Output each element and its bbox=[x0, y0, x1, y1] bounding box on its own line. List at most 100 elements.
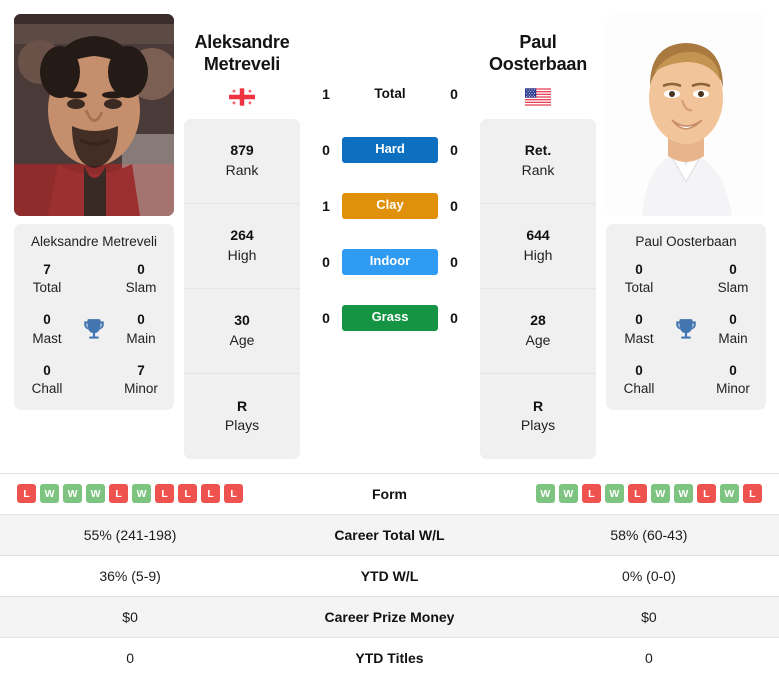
h2h-right-count: 0 bbox=[450, 310, 458, 326]
usa-flag-icon bbox=[480, 86, 596, 108]
form-badge-win[interactable]: W bbox=[535, 484, 555, 504]
title-stat-value: 0 bbox=[729, 262, 737, 277]
form-badge-loss[interactable]: L bbox=[17, 484, 37, 504]
attribute-label: Age bbox=[229, 331, 255, 348]
title-stat-label: Total bbox=[624, 280, 654, 296]
title-stat-label: Main bbox=[718, 330, 748, 346]
right-player-column: Paul Oosterbaan 0 Total 0 Slam 0 Mast 0 … bbox=[606, 14, 766, 411]
player-photo-metreveli bbox=[14, 14, 174, 216]
attribute-age: 30 Age bbox=[184, 289, 300, 374]
title-stat-value: 0 bbox=[137, 262, 145, 277]
form-badge-loss[interactable]: L bbox=[581, 484, 601, 504]
form-badge-loss[interactable]: L bbox=[627, 484, 647, 504]
left-player-column: Aleksandre Metreveli 7 Total 0 Slam 0 Ma… bbox=[14, 14, 174, 411]
form-badge-loss[interactable]: L bbox=[155, 484, 175, 504]
surface-badge-indoor[interactable]: Indoor bbox=[342, 249, 438, 275]
attribute-value: R bbox=[236, 397, 248, 414]
stat-label: YTD Titles bbox=[355, 650, 424, 667]
right-stat-value: 58% (60-43) bbox=[610, 526, 688, 543]
h2h-surface: Clay bbox=[342, 193, 438, 219]
form-badge-win[interactable]: W bbox=[604, 484, 624, 504]
surface-badge-hard[interactable]: Hard bbox=[342, 137, 438, 163]
left-stat-value: 55% (241-198) bbox=[83, 526, 177, 543]
form-badge-loss[interactable]: L bbox=[696, 484, 716, 504]
title-stat-label: Slam bbox=[125, 280, 157, 296]
h2h-left-count: 1 bbox=[322, 198, 330, 214]
attribute-value: 30 bbox=[234, 312, 250, 329]
surface-badge-clay[interactable]: Clay bbox=[342, 193, 438, 219]
left-player-photo[interactable] bbox=[14, 14, 174, 216]
attribute-plays: R Plays bbox=[184, 374, 300, 459]
table-row-ytd-wl: 36% (5-9) YTD W/L 0% (0-0) bbox=[0, 555, 779, 596]
h2h-left-count: 0 bbox=[322, 254, 330, 270]
title-stat-minor: 7 Minor bbox=[114, 362, 168, 398]
attribute-rank: 879 Rank bbox=[184, 119, 300, 204]
table-row-career-prize-money: $0 Career Prize Money $0 bbox=[0, 596, 779, 638]
title-stat-value: 0 bbox=[635, 362, 643, 378]
title-stat-label: Main bbox=[126, 330, 156, 346]
form-badge-win[interactable]: W bbox=[719, 484, 739, 504]
title-stat-slam: 0 Slam bbox=[706, 261, 760, 297]
h2h-right-count: 0 bbox=[450, 142, 458, 158]
title-stat-label: Total bbox=[32, 280, 62, 296]
right-attributes-column: Paul Oosterbaan Ret. Rank 644 High 28 Ag… bbox=[480, 14, 596, 459]
form-badge-win[interactable]: W bbox=[63, 484, 83, 504]
form-badge-loss[interactable]: L bbox=[224, 484, 244, 504]
left-player-name-line2: Metreveli bbox=[203, 53, 281, 74]
georgia-flag-icon bbox=[184, 86, 300, 108]
h2h-surface: Total bbox=[342, 85, 438, 103]
title-stat-chall: 0 Chall bbox=[20, 362, 74, 398]
stat-label: Career Prize Money bbox=[324, 608, 455, 625]
h2h-right-count: 0 bbox=[450, 86, 458, 102]
form-badge-loss[interactable]: L bbox=[178, 484, 198, 504]
attribute-value: 644 bbox=[526, 227, 550, 244]
right-player-titles-card: Paul Oosterbaan 0 Total 0 Slam 0 Mast 0 … bbox=[606, 224, 766, 411]
form-badge-loss[interactable]: L bbox=[109, 484, 129, 504]
form-badge-win[interactable]: W bbox=[40, 484, 60, 504]
h2h-left-count: 1 bbox=[322, 86, 330, 102]
left-attribute-stack: 879 Rank 264 High 30 Age R Plays bbox=[184, 118, 300, 459]
left-stat-value: 0 bbox=[126, 650, 134, 667]
title-stat-minor: 0 Minor bbox=[706, 362, 760, 398]
form-badge-loss[interactable]: L bbox=[201, 484, 221, 504]
attribute-rank: Ret. Rank bbox=[480, 119, 596, 204]
trophy-icon bbox=[74, 317, 114, 343]
attribute-value: 879 bbox=[230, 142, 254, 159]
attribute-label: Rank bbox=[225, 161, 259, 178]
h2h-row-hard: 0 Hard 0 bbox=[310, 122, 470, 178]
left-stat-value: $0 bbox=[122, 608, 138, 625]
form-badge-win[interactable]: W bbox=[673, 484, 693, 504]
form-badge-win[interactable]: W bbox=[132, 484, 152, 504]
form-badge-win[interactable]: W bbox=[86, 484, 106, 504]
left-player-card-name: Aleksandre Metreveli bbox=[30, 234, 158, 249]
h2h-label: Total bbox=[374, 86, 406, 101]
title-stat-label: Mast bbox=[624, 330, 654, 346]
right-player-name-line1: Paul bbox=[519, 32, 557, 52]
form-badge-win[interactable]: W bbox=[650, 484, 670, 504]
stat-label: YTD W/L bbox=[360, 567, 419, 584]
left-player-heading: Aleksandre Metreveli bbox=[184, 14, 300, 108]
title-stat-label: Minor bbox=[716, 381, 750, 397]
attribute-label: Plays bbox=[520, 417, 556, 434]
form-badge-win[interactable]: W bbox=[558, 484, 578, 504]
stat-label: Career Total W/L bbox=[334, 526, 445, 543]
surface-badge-grass[interactable]: Grass bbox=[342, 305, 438, 331]
title-stat-value: 7 bbox=[137, 362, 145, 378]
right-stat-value: 0% (0-0) bbox=[622, 567, 676, 584]
title-stat-label: Mast bbox=[32, 330, 62, 346]
h2h-surface: Indoor bbox=[342, 249, 438, 275]
title-stat-label: Slam bbox=[717, 280, 749, 296]
attribute-value: R bbox=[532, 397, 544, 414]
title-stat-chall: 0 Chall bbox=[612, 362, 666, 398]
table-row-career-total-wl: 55% (241-198) Career Total W/L 58% (60-4… bbox=[0, 514, 779, 556]
left-player-titles-card: Aleksandre Metreveli 7 Total 0 Slam 0 Ma… bbox=[14, 224, 174, 411]
h2h-row-grass: 0 Grass 0 bbox=[310, 290, 470, 346]
right-player-photo[interactable] bbox=[606, 14, 766, 216]
h2h-row-total: 1 Total 0 bbox=[310, 66, 470, 122]
attribute-value: 264 bbox=[230, 227, 254, 244]
form-badge-loss[interactable]: L bbox=[742, 484, 762, 504]
h2h-left-count: 0 bbox=[322, 310, 330, 326]
left-attributes-column: Aleksandre Metreveli 879 Rank 264 High 3… bbox=[184, 14, 300, 459]
trophy-icon bbox=[666, 317, 706, 343]
h2h-right-count: 0 bbox=[450, 198, 458, 214]
